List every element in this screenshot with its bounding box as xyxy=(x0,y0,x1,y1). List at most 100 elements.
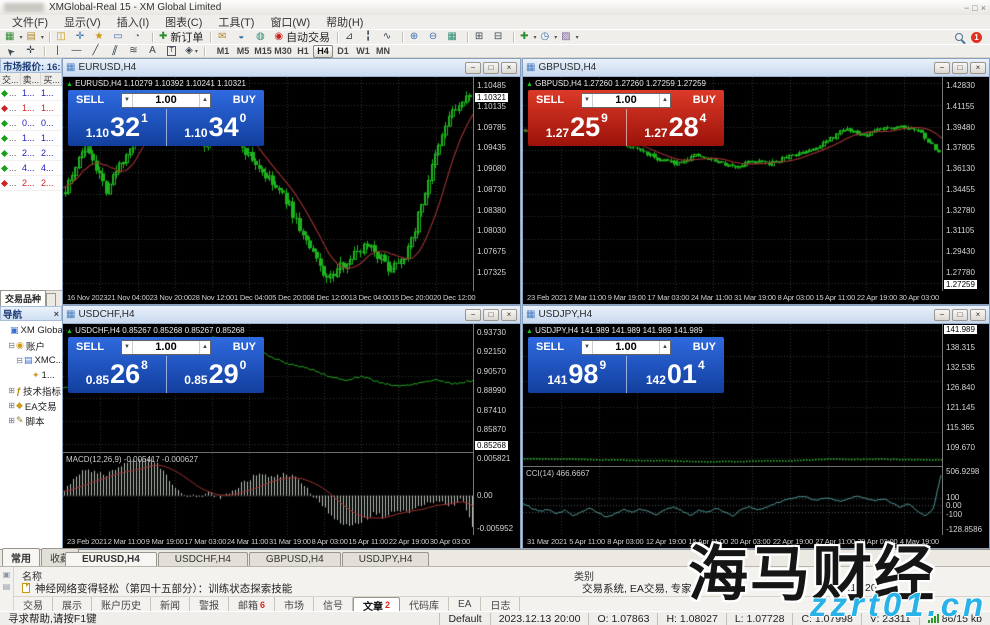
column-header-category[interactable]: 类别 xyxy=(574,568,834,581)
restore-button[interactable]: □ xyxy=(483,62,499,74)
toolbox-tab[interactable]: 代码库 xyxy=(400,597,449,612)
tree-expander-icon[interactable]: ⊞ xyxy=(7,386,16,395)
column-header[interactable]: 买... xyxy=(41,73,62,85)
indicators-button[interactable]: ✚▾ xyxy=(519,31,537,44)
menu-item[interactable]: 工具(T) xyxy=(210,14,262,30)
sell-button[interactable]: SELL xyxy=(531,94,581,106)
new-order-button[interactable]: ✚新订单 xyxy=(158,31,206,44)
toolbox-tab[interactable]: 信号 xyxy=(314,597,353,612)
minimize-button[interactable]: − xyxy=(465,309,481,321)
lot-up-icon[interactable]: ▲ xyxy=(659,341,670,354)
indicator-subwindow[interactable]: MACD(12,26,9) -0.005417 -0.000627 xyxy=(63,452,473,535)
publisher-button[interactable]: ✉ xyxy=(216,31,233,44)
column-header[interactable]: 交... xyxy=(0,73,21,85)
navigator-item[interactable]: ⊟▤XMC... xyxy=(0,353,62,368)
timeframe-button[interactable]: M30 xyxy=(273,45,293,58)
tab-symbols[interactable]: 交易品种 xyxy=(0,290,46,306)
search-icon[interactable] xyxy=(955,33,963,41)
terminal-button[interactable]: ▭ xyxy=(112,31,129,44)
restore-button[interactable]: □ xyxy=(952,62,968,74)
lot-down-icon[interactable]: ▼ xyxy=(582,341,593,354)
timeframe-button[interactable]: M5 xyxy=(233,45,253,58)
crosshair-button[interactable]: ✛ xyxy=(23,45,40,58)
navigator-item[interactable]: ▣XM Global xyxy=(0,323,62,338)
chart-window-titlebar[interactable]: ▦ USDJPY,H4 −□× xyxy=(523,306,989,324)
toolbox-tab[interactable]: 邮箱6 xyxy=(229,597,275,612)
auto-trading-button[interactable]: ◉自动交易 xyxy=(273,31,333,44)
chart-window-titlebar[interactable]: ▦ USDCHF,H4 −□× xyxy=(63,306,520,324)
toolbox-tab[interactable]: 账户历史 xyxy=(92,597,151,612)
article-row[interactable]: 神经网络变得轻松（第四十五部分）：训练状态探索技能 交易系统, EA交易, 专家… xyxy=(14,581,990,595)
periods-button[interactable]: ◷▾ xyxy=(539,31,558,44)
navigator-item[interactable]: ⊞ƒ技术指标 xyxy=(0,383,62,398)
sell-price[interactable]: 1.27259 xyxy=(528,109,626,146)
menu-item[interactable]: 插入(I) xyxy=(109,14,157,30)
tile-windows-button[interactable]: ▦ xyxy=(446,31,463,44)
buy-price[interactable]: 1.10340 xyxy=(166,109,265,146)
tab-common[interactable]: 常用 xyxy=(2,548,40,566)
chart-plot-area[interactable]: ▲ EURUSD,H4 1.10279 1.10392 1.10241 1.10… xyxy=(63,77,473,291)
line-chart-button[interactable]: ∿ xyxy=(381,31,398,44)
menu-item[interactable]: 窗口(W) xyxy=(262,14,318,30)
chart-tab-eurusd[interactable]: EURUSD,H4 xyxy=(65,552,157,566)
dock-icon[interactable]: ▣ xyxy=(3,570,11,579)
timeframe-button[interactable]: MN xyxy=(373,45,393,58)
chart-tab-usdjpy[interactable]: USDJPY,H4 xyxy=(342,552,430,566)
separator[interactable] xyxy=(467,32,469,43)
tree-expander-icon[interactable]: ⊟ xyxy=(15,356,24,365)
timeframe-button[interactable]: H1 xyxy=(293,45,313,58)
profiles-button[interactable]: ▤▾ xyxy=(25,31,44,44)
buy-price[interactable]: 0.85290 xyxy=(166,356,265,393)
notification-badge[interactable]: 1 xyxy=(971,32,982,43)
navigator-item[interactable]: ✦1... xyxy=(0,368,62,383)
bar-chart-button[interactable]: ⊿ xyxy=(343,31,360,44)
buy-button[interactable]: BUY xyxy=(671,94,721,106)
macd-canvas[interactable] xyxy=(63,453,473,535)
market-watch-button[interactable]: ◫ xyxy=(55,31,72,44)
close-icon[interactable]: × xyxy=(54,309,59,319)
lot-down-icon[interactable]: ▼ xyxy=(122,94,133,107)
data-window-button[interactable]: ✛ xyxy=(74,31,91,44)
close-button[interactable]: × xyxy=(501,62,517,74)
market-watch-row[interactable]: ... 4... 4... xyxy=(0,161,62,176)
timeframe-button[interactable]: M15 xyxy=(253,45,273,58)
zoom-in-button[interactable]: ⊕ xyxy=(408,31,425,44)
indicator-subwindow[interactable]: CCI(14) 466.6667 xyxy=(523,466,942,535)
minimize-button[interactable]: − xyxy=(934,62,950,74)
separator[interactable] xyxy=(204,46,206,57)
sell-price[interactable]: 1.10321 xyxy=(68,109,166,146)
toolbox-tab[interactable]: 展示 xyxy=(53,597,92,612)
new-chart-button[interactable]: ▦▾ xyxy=(4,31,23,44)
lot-size-input[interactable]: ▼1.00▲ xyxy=(581,340,671,355)
toolbox-tab[interactable]: 交易 xyxy=(14,597,53,612)
minimize-button[interactable]: − xyxy=(934,309,950,321)
separator[interactable] xyxy=(402,32,404,43)
menu-item[interactable]: 文件(F) xyxy=(4,14,56,30)
lot-up-icon[interactable]: ▲ xyxy=(659,94,670,107)
chart-tab-usdchf[interactable]: USDCHF,H4 xyxy=(158,552,248,566)
channel-button[interactable]: ∥ xyxy=(107,45,124,58)
lot-size-input[interactable]: ▼1.00▲ xyxy=(581,93,671,108)
buy-price[interactable]: 1.27284 xyxy=(626,109,725,146)
navigator-item[interactable]: ⊞◆EA交易 xyxy=(0,398,62,413)
lot-down-icon[interactable]: ▼ xyxy=(122,341,133,354)
close-button[interactable]: × xyxy=(970,62,986,74)
minimize-button[interactable]: − xyxy=(465,62,481,74)
close-icon[interactable]: × xyxy=(981,3,986,13)
chart-plot-area[interactable]: CCI(14) 466.6667 ▲ USDJPY,H4 141.989 141… xyxy=(523,324,942,535)
separator[interactable] xyxy=(210,32,212,43)
timeframe-button[interactable]: W1 xyxy=(353,45,373,58)
toolbox-tab[interactable]: 文章2 xyxy=(353,597,400,612)
vertical-line-button[interactable]: | xyxy=(50,45,67,58)
separator[interactable] xyxy=(44,46,46,57)
history-center-button[interactable]: ◒ xyxy=(235,31,252,44)
toolbox-tab[interactable]: 新闻 xyxy=(151,597,190,612)
market-watch-row[interactable]: ... 2... 2... xyxy=(0,146,62,161)
sell-price[interactable]: 0.85268 xyxy=(68,356,166,393)
toolbox-tab[interactable]: 市场 xyxy=(275,597,314,612)
candle-chart-button[interactable]: ╏ xyxy=(362,31,379,44)
tree-expander-icon[interactable]: ⊞ xyxy=(7,401,16,410)
chart-window-titlebar[interactable]: ▦ EURUSD,H4 −□× xyxy=(63,59,520,77)
dock-icon[interactable]: ▤ xyxy=(3,582,11,591)
toolbox-tab[interactable]: EA xyxy=(449,597,481,612)
